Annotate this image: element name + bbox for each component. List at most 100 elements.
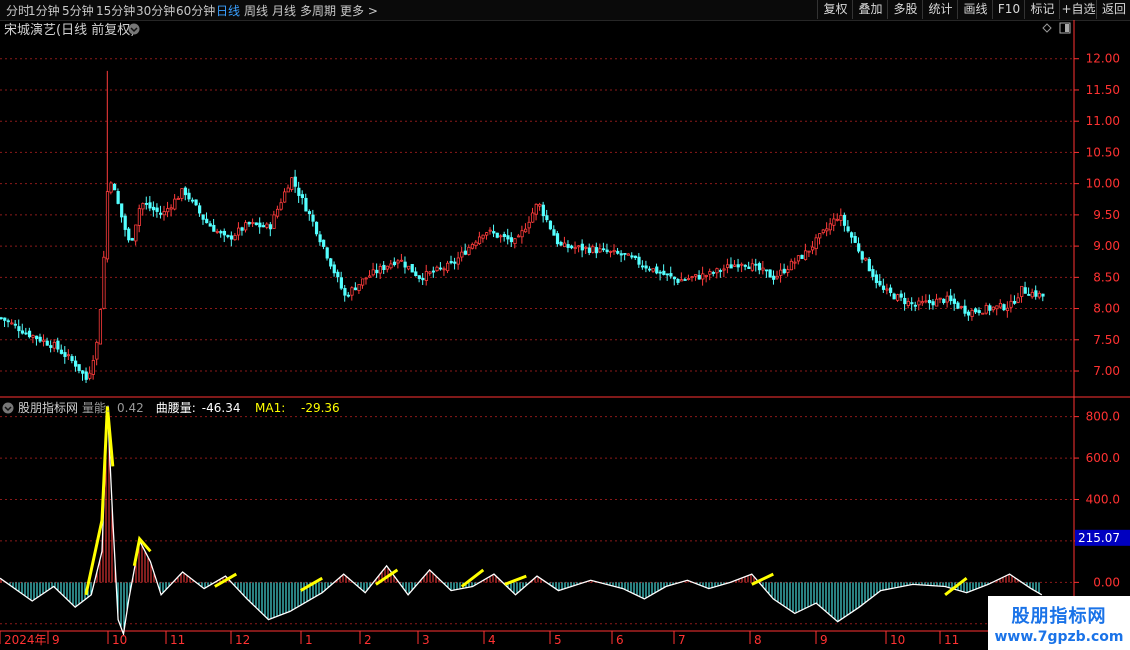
candle-body [329,258,333,267]
candle-body [559,241,563,246]
period-6[interactable]: 日线 [216,2,240,19]
candle-body [889,287,893,293]
price-tick-label: 9.00 [1093,239,1120,253]
candle-body [396,260,400,264]
period-0[interactable]: 分时 [6,2,30,19]
period-5[interactable]: 60分钟 [176,2,215,19]
candle-body [959,306,964,308]
candle-body [974,308,978,313]
candle-body [456,257,460,265]
candle-body [222,230,227,236]
candle-body [229,235,234,240]
candle-body [520,230,524,238]
period-2[interactable]: 5分钟 [62,2,94,19]
price-tick-label: 9.50 [1093,208,1120,222]
diamond-icon[interactable] [1042,23,1052,33]
x-tick-label: 1 [305,633,313,647]
candles [0,70,1045,383]
candle-body [343,288,347,296]
candle-body [633,255,638,259]
candle-body [332,264,336,274]
main-panel-title: 宋城演艺(日线 前复权) [4,22,135,38]
candle-body [421,277,425,281]
candle-body [524,228,528,233]
toolbar-button-6[interactable]: 标记 [1024,0,1060,19]
period-1[interactable]: 1分钟 [28,2,60,19]
x-tick-label: 9 [820,633,828,647]
period-3[interactable]: 15分钟 [96,2,135,19]
candle-body [577,245,581,248]
candle-body [251,222,255,224]
candle-body [786,269,790,273]
candle-body [750,263,755,271]
candle-body [275,208,280,217]
candle-body [212,224,216,232]
candle-body [307,211,312,215]
ma1-line-segment [460,568,485,588]
candle-body [800,254,804,259]
candle-body [400,259,404,262]
indicator-value-2: -29.36 [301,401,340,415]
candle-body [942,298,946,303]
toolbar-button-3[interactable]: 统计 [922,0,958,19]
candle-body [247,221,251,225]
toolbar-button-1[interactable]: 叠加 [852,0,888,19]
candle-body [123,215,127,230]
candle-body [839,215,843,221]
toolbar-button-4[interactable]: 画线 [957,0,993,19]
toolbar-button-5[interactable]: F10 [992,0,1025,19]
candle-body [708,271,712,275]
candle-body [24,332,28,335]
indicator-value-1: -46.34 [202,401,241,415]
candle-body [644,265,648,269]
candle-body [42,339,46,342]
indicator-tick-label: 800.0 [1086,410,1120,424]
candle-body [555,233,560,245]
candle-body [601,248,606,251]
panel-toggle-icon[interactable] [1059,22,1071,34]
indicator-chevron-icon[interactable] [2,402,14,414]
candle-body [1041,293,1045,297]
candle-body [775,275,779,279]
period-7[interactable]: 周线 [244,2,268,19]
candle-body [963,305,967,314]
candle-body [655,266,659,274]
chevron-down-icon[interactable] [128,23,140,35]
period-9[interactable]: 多周期 [300,2,336,19]
candle-body [314,221,319,235]
toolbar-button-2[interactable]: 多股 [887,0,923,19]
x-tick-label: 12 [235,633,250,647]
candle-body [385,265,390,270]
candle-body [768,269,772,278]
candle-body [931,301,935,306]
candle-body [949,295,953,302]
candle-body [1013,300,1017,304]
candle-body [31,335,35,338]
candle-body [740,263,744,266]
candle-body [609,250,613,253]
candle-body [733,264,737,267]
candle-body [219,231,223,234]
candle-body [927,299,932,304]
candle-body [687,278,691,280]
candle-body [711,272,716,274]
candle-body [205,218,209,224]
period-4[interactable]: 30分钟 [136,2,175,19]
period-8[interactable]: 月线 [272,2,296,19]
price-tick-label: 10.00 [1086,177,1120,191]
candle-body [1016,297,1020,303]
toolbar-button-8[interactable]: 返回 [1096,0,1130,19]
candle-body [1023,287,1027,294]
candle-body [414,271,418,277]
candle-body [499,235,503,238]
period-10[interactable]: 更多 > [340,2,378,19]
candle-body [658,271,662,274]
indicator-tick-label: 400.0 [1086,493,1120,507]
candle-body [431,270,436,273]
toolbar-button-7[interactable]: +自选 [1059,0,1097,19]
toolbar-button-0[interactable]: 复权 [817,0,853,19]
candle-body [463,250,467,255]
candle-body [892,293,896,300]
candle-body [109,182,113,193]
candle-body [453,261,457,264]
